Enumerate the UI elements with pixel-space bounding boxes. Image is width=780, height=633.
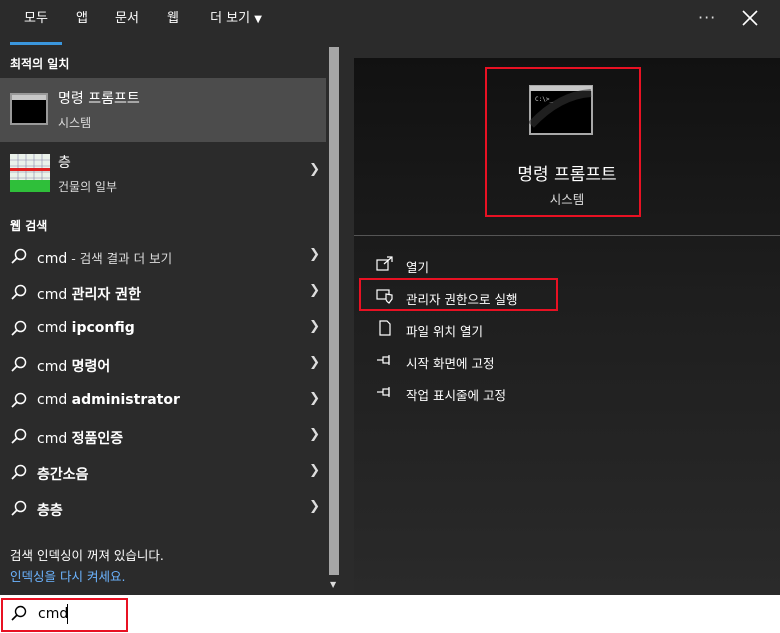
close-button[interactable]: [740, 8, 760, 28]
detail-panel: C:\>_ 명령 프롬프트 시스템 열기 관리자 권한으로 실행 파일 위치 열…: [354, 58, 780, 594]
list-item-floor[interactable]: 층 건물의 일부 ❯: [0, 142, 326, 202]
floor-subtitle: 건물의 일부: [58, 180, 118, 194]
detail-app-title: 명령 프롬프트: [517, 165, 617, 185]
scrollbar-thumb[interactable]: [329, 47, 339, 575]
web-search-heading: 웹 검색: [10, 219, 48, 233]
tab-web[interactable]: 웹: [160, 0, 186, 45]
pin-icon: [377, 355, 390, 365]
tab-apps[interactable]: 앱: [68, 0, 96, 45]
web-search-text: 층층: [37, 503, 63, 519]
best-match-title: 명령 프롬프트: [58, 91, 140, 107]
web-search-row[interactable]: cmd administrator ❯: [0, 383, 326, 419]
web-search-row[interactable]: cmd - 검색 결과 더 보기 ❯: [0, 239, 326, 275]
search-highlight-box: [1, 598, 128, 632]
chevron-right-icon: ❯: [309, 355, 320, 370]
tab-documents[interactable]: 문서: [108, 0, 146, 45]
web-search-text: cmd 정품인증: [37, 431, 124, 447]
tab-documents-label: 문서: [115, 11, 139, 26]
search-icon: [11, 248, 27, 264]
web-search-text: cmd ipconfig: [37, 320, 135, 336]
best-match-subtitle: 시스템: [58, 116, 92, 130]
pin-icon: [377, 387, 390, 397]
chevron-right-icon: ❯: [309, 162, 320, 177]
tab-web-label: 웹: [167, 11, 179, 26]
open-file-location-label: 파일 위치 열기: [406, 324, 483, 339]
search-icon: [11, 500, 27, 516]
tab-apps-label: 앱: [76, 11, 88, 26]
results-panel: 최적의 일치 명령 프롬프트 시스템 층 건물의 일부 ❯ 웹 검색 cmd -…: [0, 45, 326, 595]
web-search-row[interactable]: cmd 명령어 ❯: [0, 347, 326, 383]
tab-more[interactable]: 더 보기 ▼: [202, 0, 270, 45]
svg-text:C:\>_: C:\>_: [535, 96, 553, 103]
web-search-row[interactable]: cmd 관리자 권한 ❯: [0, 275, 326, 311]
search-icon: [11, 320, 27, 336]
search-icon: [11, 356, 27, 372]
web-search-row[interactable]: cmd ipconfig ❯: [0, 311, 326, 347]
web-search-row[interactable]: cmd 정품인증 ❯: [0, 419, 326, 455]
web-search-row[interactable]: 층층 ❯: [0, 491, 326, 527]
chevron-right-icon: ❯: [309, 427, 320, 442]
top-tab-bar: 모두 앱 문서 웹 더 보기 ▼ ···: [0, 0, 780, 45]
detail-app-subtitle: 시스템: [549, 192, 585, 207]
chevron-right-icon: ❯: [309, 499, 320, 514]
chevron-right-icon: ❯: [309, 463, 320, 478]
command-prompt-icon: [10, 93, 48, 125]
web-search-row[interactable]: 층간소음 ❯: [0, 455, 326, 491]
search-icon: [11, 464, 27, 480]
command-prompt-large-icon: C:\>_: [528, 85, 593, 135]
search-bar[interactable]: cmd: [0, 595, 780, 633]
scroll-down-icon[interactable]: ▼: [330, 580, 336, 589]
tab-all-label: 모두: [24, 11, 48, 26]
search-icon: [11, 428, 27, 444]
run-as-admin-label: 관리자 권한으로 실행: [406, 292, 518, 307]
chevron-right-icon: ❯: [309, 391, 320, 406]
floor-title: 층: [58, 155, 71, 171]
enable-indexing-link[interactable]: 인덱싱을 다시 켜세요.: [10, 566, 125, 585]
web-search-text: 층간소음: [37, 467, 89, 483]
more-options-button[interactable]: ···: [698, 8, 716, 27]
chevron-right-icon: ❯: [309, 247, 320, 262]
chevron-right-icon: ❯: [309, 319, 320, 334]
best-match-item[interactable]: 명령 프롬프트 시스템: [0, 78, 326, 142]
pin-to-taskbar-label: 작업 표시줄에 고정: [406, 388, 506, 403]
web-search-text: cmd 명령어: [37, 359, 111, 375]
caret-down-icon: ▼: [254, 14, 262, 25]
web-search-text: cmd administrator: [37, 392, 180, 408]
web-search-text: cmd 관리자 권한: [37, 287, 141, 303]
tab-all[interactable]: 모두: [10, 0, 62, 45]
shield-icon: [376, 289, 393, 304]
search-icon: [11, 284, 27, 300]
pin-to-start-label: 시작 화면에 고정: [406, 356, 495, 371]
web-search-text: cmd - 검색 결과 더 보기: [37, 251, 173, 267]
divider: [354, 235, 780, 236]
building-image-icon: [10, 154, 50, 192]
best-match-heading: 최적의 일치: [10, 57, 70, 71]
open-icon: [376, 256, 393, 271]
results-scrollbar[interactable]: ▲ ▼: [326, 45, 342, 595]
chevron-right-icon: ❯: [309, 283, 320, 298]
open-label: 열기: [406, 260, 430, 275]
indexing-off-message: 검색 인덱싱이 꺼져 있습니다.: [10, 548, 164, 563]
tab-more-label: 더 보기: [210, 11, 251, 26]
file-icon: [379, 320, 391, 336]
close-icon: [742, 10, 758, 26]
search-icon: [11, 392, 27, 408]
